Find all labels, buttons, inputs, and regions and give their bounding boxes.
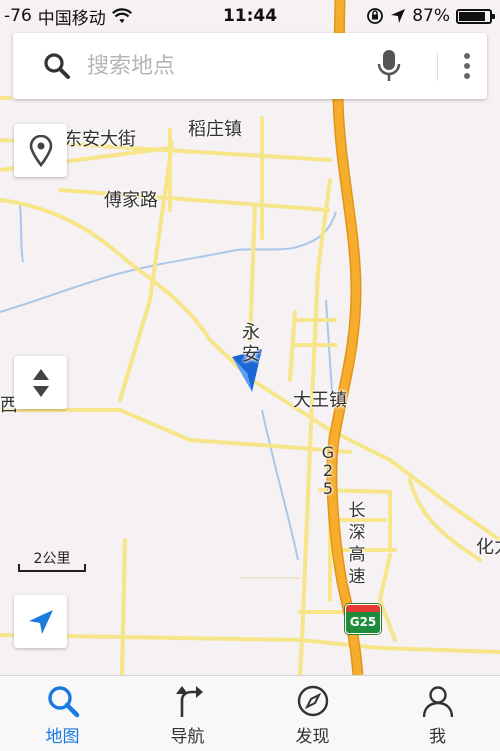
- zoom-toggle-button[interactable]: [14, 356, 67, 409]
- map-label-dongan-street: 东安大街: [64, 129, 136, 150]
- map-label-fujia-road: 傅家路: [104, 190, 158, 211]
- highway-code-label: G25: [321, 443, 335, 498]
- tab-label: 发现: [295, 727, 330, 747]
- search-icon: [35, 44, 79, 88]
- scale-bar: [18, 564, 86, 572]
- wifi-icon: [111, 8, 132, 24]
- search-bar: [13, 33, 487, 99]
- highway-shield-g25: G25: [345, 604, 381, 634]
- tab-map[interactable]: 地图: [0, 676, 125, 751]
- tab-discover[interactable]: 发现: [250, 676, 375, 751]
- more-menu-icon[interactable]: [445, 45, 489, 87]
- map-label-hua: 化力: [476, 537, 500, 558]
- map-label-dawang-town: 大王镇: [293, 390, 347, 411]
- status-bar: -76 中国移动 11:44 87%: [0, 0, 500, 32]
- search-icon: [46, 684, 80, 718]
- locate-me-button[interactable]: [14, 595, 67, 648]
- map-canvas[interactable]: [0, 0, 500, 750]
- map-pin-icon: [28, 134, 54, 167]
- location-arrow-icon: [26, 607, 56, 637]
- turn-arrow-icon: [171, 684, 205, 718]
- tab-bar: 地图 导航 发现 我: [0, 675, 500, 751]
- highway-name-label: 长深高速: [348, 501, 366, 587]
- map-label-yongan: 永安: [242, 322, 260, 365]
- tab-label: 我: [429, 727, 446, 747]
- expand-arrows-icon: [32, 367, 50, 399]
- map-label-daozhuang-town: 稻庄镇: [188, 119, 242, 140]
- tab-label: 导航: [170, 727, 205, 747]
- rotation-lock-icon: [366, 7, 384, 25]
- location-arrow-icon: [390, 8, 406, 24]
- microphone-icon[interactable]: [373, 49, 405, 83]
- user-icon: [421, 684, 455, 718]
- poi-pin-button[interactable]: [14, 124, 67, 177]
- map-scale: 2公里: [18, 546, 86, 574]
- signal-strength: -76: [4, 6, 32, 26]
- search-divider: [437, 53, 438, 81]
- carrier-name: 中国移动: [37, 8, 106, 29]
- tab-me[interactable]: 我: [375, 676, 500, 751]
- battery-percent: 87%: [412, 6, 450, 26]
- tab-navigation[interactable]: 导航: [125, 676, 250, 751]
- search-input[interactable]: [85, 52, 379, 80]
- compass-icon: [296, 684, 330, 718]
- tab-label: 地图: [45, 727, 80, 747]
- battery-icon: [456, 8, 495, 24]
